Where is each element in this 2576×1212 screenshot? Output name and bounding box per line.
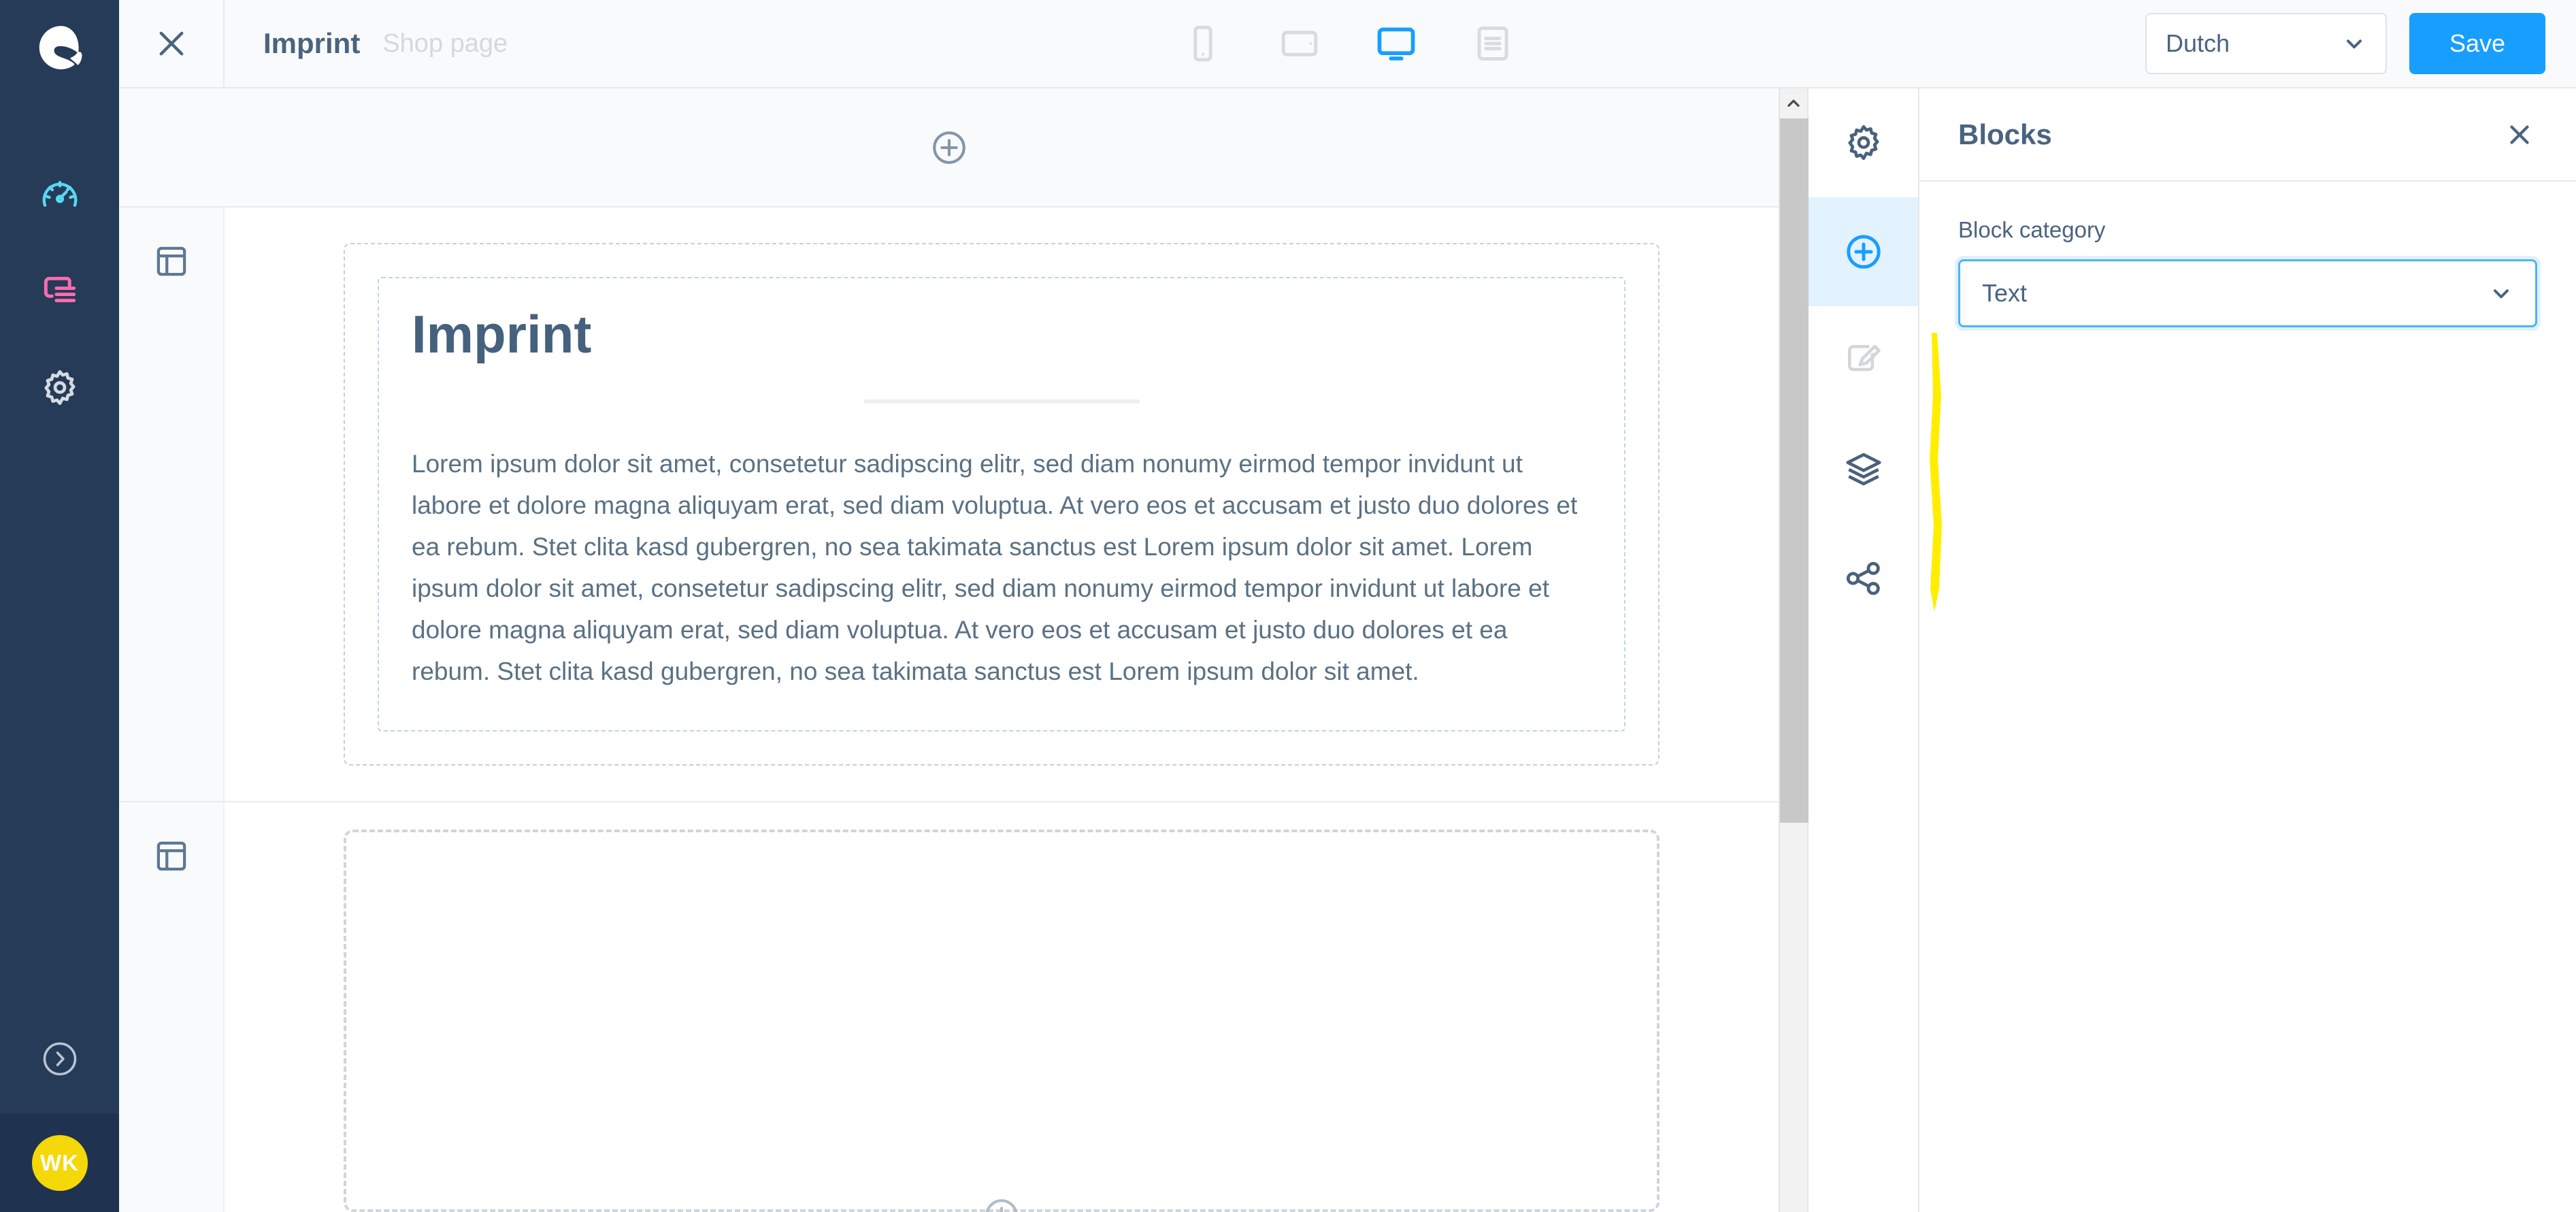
section-handle[interactable] bbox=[119, 208, 225, 802]
tool-settings[interactable] bbox=[1809, 88, 1918, 197]
language-select[interactable]: Dutch bbox=[2145, 13, 2387, 74]
topbar-actions: Dutch Save bbox=[2145, 0, 2576, 87]
editor-topbar: Imprint Shop page Dutch Save bbox=[119, 0, 2576, 88]
content-layout-icon bbox=[39, 272, 81, 314]
shopware-logo-icon bbox=[33, 21, 86, 74]
chevron-up-icon bbox=[1785, 95, 1802, 112]
edit-pencil-icon bbox=[1843, 340, 1885, 382]
cms-stage: Imprint Lorem ipsum dolor sit amet, cons… bbox=[119, 88, 1779, 1212]
settings-gear-icon bbox=[1843, 122, 1885, 164]
block-category-label: Block category bbox=[1958, 217, 2106, 242]
share-nodes-icon bbox=[1843, 557, 1885, 600]
sidebar-expand-button[interactable] bbox=[0, 1004, 119, 1113]
editor-tool-rail bbox=[1807, 88, 1919, 1212]
stage-scrollbar[interactable] bbox=[1779, 88, 1809, 1212]
plus-circle-icon bbox=[1843, 231, 1885, 273]
add-section-top-button[interactable] bbox=[929, 128, 969, 167]
sidebar-item-dashboard[interactable] bbox=[0, 150, 119, 245]
section-content-empty bbox=[225, 802, 1779, 1212]
mobile-icon bbox=[1183, 23, 1223, 64]
cms-section: Imprint Lorem ipsum dolor sit amet, cons… bbox=[119, 208, 1779, 803]
dashboard-gauge-icon bbox=[39, 176, 81, 218]
desktop-icon bbox=[1375, 22, 1417, 65]
blocks-panel-body: Block category Text bbox=[1919, 182, 2576, 1212]
close-icon bbox=[152, 24, 191, 63]
chevron-right-circle-icon bbox=[39, 1038, 80, 1079]
block-category-value: Text bbox=[1982, 279, 2028, 307]
cms-element-text[interactable]: Imprint Lorem ipsum dolor sit amet, cons… bbox=[378, 277, 1625, 732]
close-icon bbox=[2504, 119, 2535, 150]
device-tablet-button[interactable] bbox=[1275, 19, 1324, 68]
tablet-icon bbox=[1279, 23, 1320, 64]
section-content: Imprint Lorem ipsum dolor sit amet, cons… bbox=[225, 208, 1779, 802]
cms-block-text[interactable]: Imprint Lorem ipsum dolor sit amet, cons… bbox=[344, 243, 1659, 766]
tool-layouts[interactable] bbox=[1809, 415, 1918, 524]
scrollbar-up-button[interactable] bbox=[1780, 88, 1807, 118]
user-avatar-button[interactable]: WK bbox=[0, 1113, 119, 1212]
panel-title: Blocks bbox=[1958, 118, 2052, 150]
stage-top-add-row bbox=[119, 88, 1779, 208]
device-preview-switch bbox=[1178, 19, 1517, 68]
settings-gear-icon bbox=[39, 367, 81, 409]
chevron-down-icon bbox=[2489, 281, 2513, 306]
add-section-bottom-button[interactable] bbox=[982, 1196, 1021, 1212]
section-handle[interactable] bbox=[119, 802, 225, 1212]
scrollbar-thumb[interactable] bbox=[1780, 118, 1809, 823]
main-sidebar: WK bbox=[0, 0, 119, 1212]
blocks-panel-header: Blocks bbox=[1919, 88, 2576, 182]
device-desktop-button[interactable] bbox=[1372, 19, 1421, 68]
close-editor-button[interactable] bbox=[119, 0, 225, 87]
cms-section bbox=[119, 802, 1779, 1212]
device-mobile-button[interactable] bbox=[1178, 19, 1227, 68]
tool-blocks[interactable] bbox=[1809, 197, 1918, 306]
section-layout-icon bbox=[153, 243, 190, 801]
tool-edit[interactable] bbox=[1809, 306, 1918, 415]
blocks-panel: Blocks Block category Text bbox=[1919, 88, 2576, 1212]
save-button[interactable]: Save bbox=[2409, 13, 2545, 74]
cms-block-dropzone[interactable] bbox=[344, 830, 1659, 1212]
device-form-button[interactable] bbox=[1468, 19, 1517, 68]
sidebar-item-settings[interactable] bbox=[0, 340, 119, 436]
section-layout-icon bbox=[153, 838, 190, 1212]
page-titles: Imprint Shop page bbox=[225, 0, 508, 87]
cms-page-builder: WK Imprint Shop page Dutch Save Imprint … bbox=[0, 0, 2576, 1212]
tool-share[interactable] bbox=[1809, 524, 1918, 633]
block-category-select[interactable]: Text bbox=[1958, 259, 2537, 327]
editor-body: Imprint Lorem ipsum dolor sit amet, cons… bbox=[119, 88, 2576, 1212]
form-list-icon bbox=[1472, 23, 1513, 64]
page-subtitle: Shop page bbox=[382, 29, 508, 58]
page-title: Imprint bbox=[263, 27, 361, 59]
avatar: WK bbox=[31, 1134, 88, 1191]
language-select-value: Dutch bbox=[2166, 29, 2230, 57]
chevron-down-icon bbox=[2342, 31, 2366, 56]
sidebar-nav bbox=[0, 95, 119, 436]
cms-divider bbox=[863, 399, 1140, 404]
yellow-highlight-annotation bbox=[1926, 330, 1960, 616]
scrollbar-track[interactable] bbox=[1780, 118, 1809, 1212]
layers-icon bbox=[1843, 448, 1885, 491]
main-column: Imprint Shop page Dutch Save Imprint Lor… bbox=[119, 0, 2576, 1212]
sidebar-item-content[interactable] bbox=[0, 245, 119, 340]
panel-close-button[interactable] bbox=[2504, 119, 2535, 150]
cms-paragraph: Lorem ipsum dolor sit amet, consetetur s… bbox=[412, 449, 1578, 686]
shopware-logo[interactable] bbox=[0, 0, 119, 95]
cms-heading: Imprint bbox=[412, 304, 592, 364]
